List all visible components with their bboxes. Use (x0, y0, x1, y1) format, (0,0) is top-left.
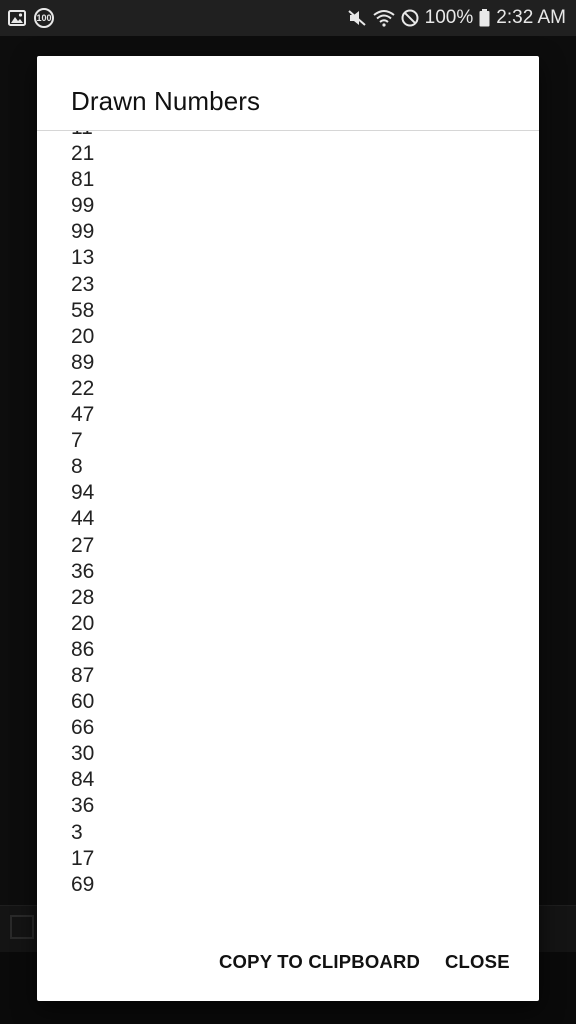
number-item: 69 (71, 872, 95, 896)
number-item: 60 (71, 690, 95, 714)
background-checkbox (10, 915, 34, 939)
number-item: 20 (71, 324, 95, 348)
number-item: 99 (71, 194, 95, 218)
number-item: 17 (71, 846, 95, 870)
number-item: 23 (71, 272, 95, 296)
number-item: 8 (71, 455, 83, 479)
notification-100-icon: 100 (34, 8, 54, 28)
mute-icon (347, 9, 367, 27)
number-item: 87 (71, 663, 95, 687)
number-item: 81 (71, 168, 95, 192)
wifi-icon (373, 9, 395, 27)
number-item: 58 (71, 298, 95, 322)
number-item: 20 (71, 611, 95, 635)
number-item: 28 (71, 585, 95, 609)
number-item: 27 (71, 533, 95, 557)
number-list-items: 11 21 81 99 99 13 23 58 20 89 22 47 7 8 … (71, 131, 94, 898)
drawn-numbers-dialog: Drawn Numbers 11 21 81 99 99 13 23 58 20… (37, 56, 539, 1001)
number-item: 89 (71, 350, 95, 374)
dialog-actions: COPY TO CLIPBOARD CLOSE (37, 936, 539, 988)
dialog-title: Drawn Numbers (71, 86, 261, 116)
battery-percent: 100% (424, 7, 474, 28)
number-item: 11 (71, 131, 94, 141)
battery-icon (479, 9, 490, 27)
number-item: 99 (71, 220, 95, 244)
number-item: 7 (71, 429, 83, 453)
number-item: 44 (71, 507, 95, 531)
copy-to-clipboard-button[interactable]: COPY TO CLIPBOARD (219, 946, 420, 978)
number-item: 47 (71, 403, 95, 427)
number-item: 30 (71, 742, 95, 766)
status-bar: 100 100% 2:32 AM (0, 0, 576, 36)
number-item: 66 (71, 716, 95, 740)
status-left: 100 (8, 8, 54, 28)
status-right: 100% 2:32 AM (347, 7, 566, 29)
number-item: 84 (71, 768, 95, 792)
do-not-disturb-icon (401, 9, 419, 27)
number-list[interactable]: 11 21 81 99 99 13 23 58 20 89 22 47 7 8 … (37, 131, 539, 921)
number-item: 36 (71, 794, 95, 818)
number-item: 21 (71, 142, 95, 166)
close-button[interactable]: CLOSE (445, 946, 510, 978)
number-item: 13 (71, 246, 95, 270)
status-time: 2:32 AM (496, 7, 566, 28)
screen: 100 100% 2:32 AM Drawn Numbers 21 81 99 … (0, 0, 576, 1024)
number-item: 22 (71, 376, 95, 400)
number-item: 94 (71, 481, 95, 505)
gallery-icon (8, 10, 26, 26)
notification-badge-text: 100 (36, 13, 52, 23)
number-item: 36 (71, 559, 95, 583)
number-item: 86 (71, 637, 95, 661)
number-item: 3 (71, 820, 83, 844)
